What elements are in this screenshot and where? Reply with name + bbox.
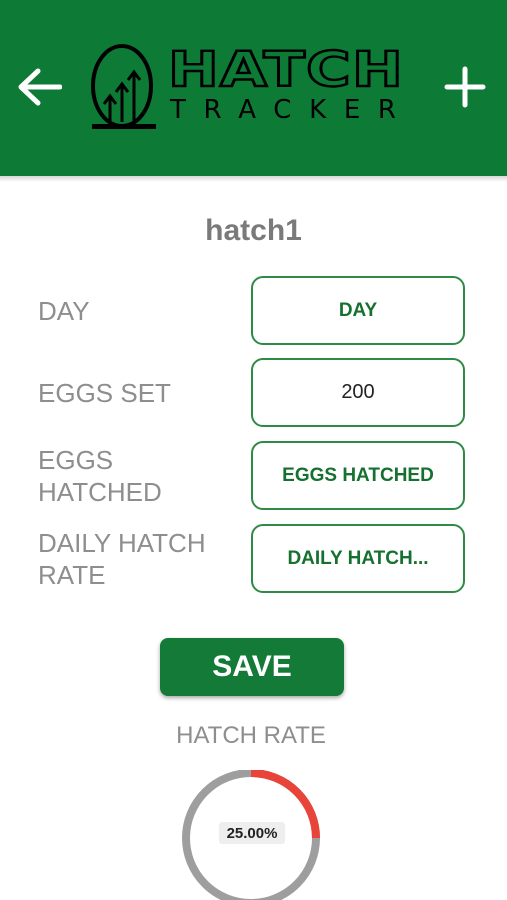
hatch-title: hatch1 <box>205 214 302 247</box>
back-button[interactable] <box>14 62 64 112</box>
daily-hatch-rate-field[interactable]: DAILY HATCH... <box>251 524 465 593</box>
logo-hatch-text: HATCH <box>168 42 404 98</box>
save-button[interactable]: SAVE <box>160 638 344 696</box>
app-bar-shadow <box>0 176 507 182</box>
logo-tracker-text: TRACKER <box>169 95 396 125</box>
eggs-set-field[interactable]: 200 <box>251 358 465 427</box>
app-bar: HATCH TRACKER <box>0 0 507 176</box>
day-field[interactable]: DAY <box>251 276 465 345</box>
hatch-tracker-logo: HATCH TRACKER <box>91 41 404 129</box>
eggs-set-label: EGGS SET <box>38 378 171 408</box>
eggs-hatched-field[interactable]: EGGS HATCHED <box>251 441 465 510</box>
eggs-hatched-label: EGGS HATCHED <box>38 445 162 507</box>
hatch-rate-title: HATCH RATE <box>176 722 326 749</box>
arrow-left-icon <box>18 68 62 106</box>
plus-icon <box>444 66 486 108</box>
hatch-rate-value: 25.00% <box>219 822 285 844</box>
daily-hatch-rate-label: DAILY HATCH RATE <box>38 528 206 590</box>
add-button[interactable] <box>440 62 490 112</box>
day-label: DAY <box>38 296 90 326</box>
